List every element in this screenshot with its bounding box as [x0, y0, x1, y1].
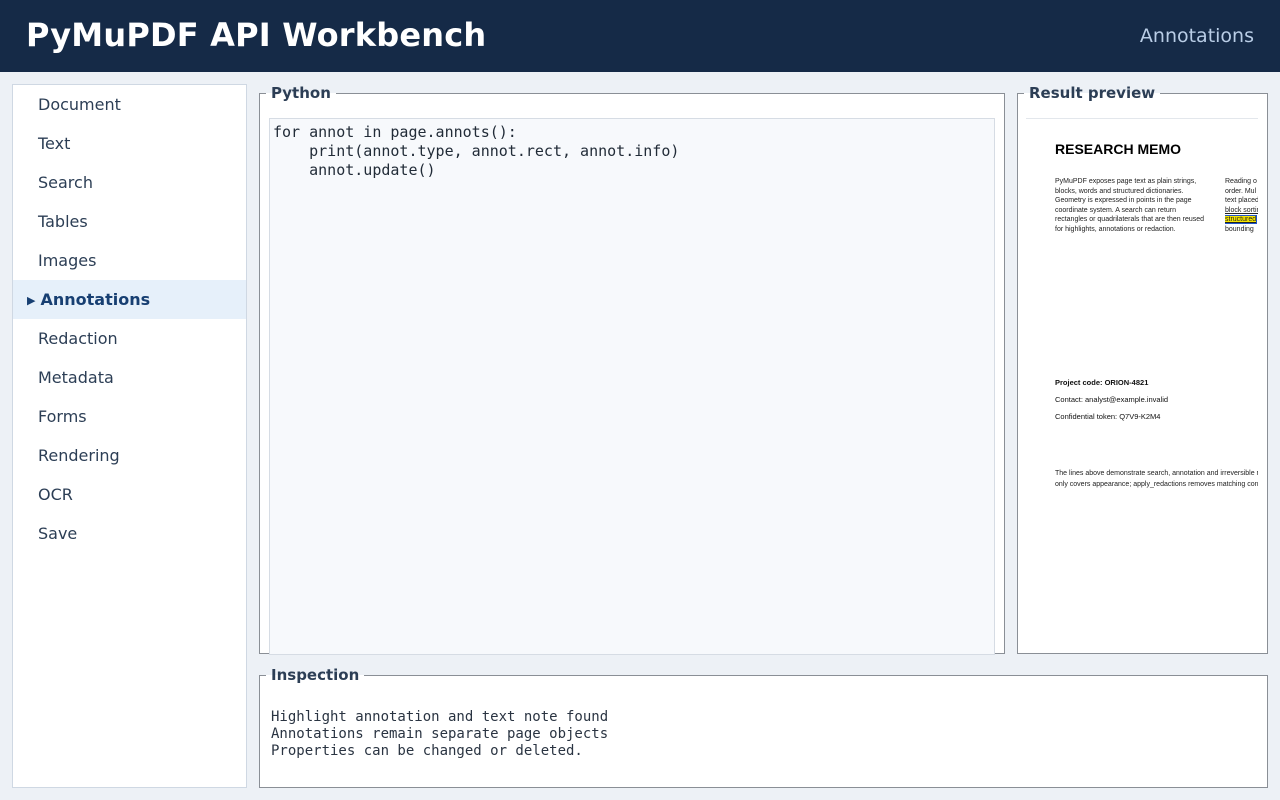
- inspection-output: Highlight annotation and text note found…: [271, 709, 609, 759]
- inspection-panel: Inspection Highlight annotation and text…: [259, 666, 1268, 788]
- doc-line: block sortin: [1225, 206, 1258, 214]
- doc-line: order. Mul: [1225, 187, 1257, 195]
- app-title: PyMuPDF API Workbench: [26, 16, 487, 54]
- doc-line: text placed: [1225, 197, 1258, 204]
- doc-column-right: Reading o order. Mul text placed block s…: [1225, 177, 1258, 234]
- sidebar-item-annotations[interactable]: ▶ Annotations: [13, 280, 246, 319]
- doc-line: bounding: [1225, 225, 1254, 233]
- doc-line: coordinate system. A search can return: [1055, 206, 1177, 214]
- sidebar-item-images[interactable]: Images: [13, 241, 246, 280]
- doc-footer-line: The lines above demonstrate search, anno…: [1055, 470, 1258, 477]
- python-panel-title: Python: [271, 84, 331, 102]
- doc-token: Confidential token: Q7V9-K2M4: [1055, 412, 1161, 421]
- doc-line: rectangles or quadrilaterals that are th…: [1055, 216, 1205, 223]
- inspection-panel-title: Inspection: [271, 666, 360, 684]
- doc-footer-line: only covers appearance; apply_redactions…: [1055, 481, 1258, 488]
- sidebar-item-ocr[interactable]: OCR: [13, 475, 246, 514]
- sidebar-item-save[interactable]: Save: [13, 514, 246, 553]
- code-editor[interactable]: for annot in page.annots(): print(annot.…: [269, 118, 995, 655]
- doc-project-code: Project code: ORION-4821: [1055, 378, 1149, 387]
- current-section-label: Annotations: [1139, 25, 1254, 47]
- app-header: PyMuPDF API Workbench Annotations: [0, 0, 1280, 72]
- result-preview-panel: Result preview RESEARCH MEMO PyMuPDF exp…: [1017, 84, 1268, 654]
- doc-contact: Contact: analyst@example.invalid: [1055, 395, 1169, 404]
- doc-line: for highlights, annotations or redaction…: [1055, 225, 1176, 233]
- pdf-page-preview: RESEARCH MEMO PyMuPDF exposes page text …: [1026, 118, 1258, 653]
- sidebar: Document Text Search Tables Images ▶ Anno…: [12, 84, 247, 788]
- doc-heading: RESEARCH MEMO: [1055, 141, 1182, 157]
- sidebar-item-redaction[interactable]: Redaction: [13, 319, 246, 358]
- sidebar-item-document[interactable]: Document: [13, 85, 246, 124]
- highlight-annotation: structured: [1225, 215, 1258, 224]
- sidebar-item-label: Annotations: [40, 290, 151, 309]
- doc-line: Reading o: [1225, 178, 1257, 185]
- active-arrow-icon: ▶: [27, 294, 36, 307]
- sidebar-item-forms[interactable]: Forms: [13, 397, 246, 436]
- doc-line: PyMuPDF exposes page text as plain strin…: [1055, 178, 1197, 185]
- doc-column-left: PyMuPDF exposes page text as plain strin…: [1055, 177, 1225, 234]
- sidebar-item-tables[interactable]: Tables: [13, 202, 246, 241]
- sidebar-item-metadata[interactable]: Metadata: [13, 358, 246, 397]
- sidebar-item-search[interactable]: Search: [13, 163, 246, 202]
- sidebar-item-text[interactable]: Text: [13, 124, 246, 163]
- python-panel: Python for annot in page.annots(): print…: [259, 84, 1005, 655]
- doc-line: Geometry is expressed in points in the p…: [1055, 197, 1192, 204]
- doc-footer: The lines above demonstrate search, anno…: [1055, 468, 1258, 490]
- sidebar-item-rendering[interactable]: Rendering: [13, 436, 246, 475]
- result-preview-title: Result preview: [1029, 84, 1156, 102]
- doc-line: blocks, words and structured dictionarie…: [1055, 187, 1184, 195]
